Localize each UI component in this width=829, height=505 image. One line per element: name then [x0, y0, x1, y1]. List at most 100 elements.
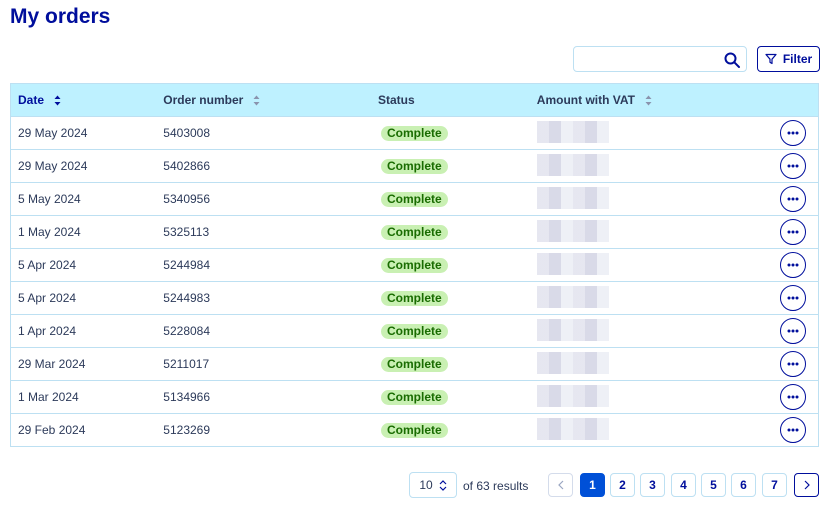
column-header-order-number[interactable]: Order number [163, 84, 378, 117]
sort-icon[interactable] [54, 95, 61, 106]
status-badge: Complete [380, 224, 448, 240]
more-icon [787, 428, 799, 432]
page-button-4[interactable]: 4 [671, 473, 696, 497]
amount-redacted [536, 219, 609, 242]
table-row: 5 May 2024 5340956 Complete [10, 182, 819, 216]
amount-redacted [536, 318, 609, 341]
order-number: 5402866 [163, 159, 211, 173]
more-actions-button[interactable] [780, 384, 807, 410]
status-badge: Complete [380, 323, 448, 339]
more-actions-button[interactable] [780, 219, 807, 245]
amount-redacted [536, 252, 609, 275]
orders-table: Date Order number Status Amount with VAT… [10, 83, 819, 447]
order-date: 5 Apr 2024 [18, 258, 77, 272]
more-icon [787, 263, 799, 267]
more-icon [787, 296, 799, 300]
chevron-left-icon [557, 480, 563, 490]
amount-redacted [536, 120, 609, 143]
status-badge: Complete [380, 125, 448, 141]
page-size-value: 10 [419, 478, 433, 492]
table-row: 1 May 2024 5325113 Complete [10, 215, 819, 249]
table-row: 5 Apr 2024 5244983 Complete [10, 281, 819, 315]
more-icon [787, 197, 799, 201]
order-date: 29 May 2024 [18, 126, 88, 140]
page-button-5[interactable]: 5 [701, 473, 726, 497]
order-number: 5211017 [163, 357, 210, 371]
page-button-1[interactable]: 1 [580, 473, 605, 497]
more-actions-button[interactable] [780, 252, 807, 278]
order-number: 5325113 [163, 225, 210, 239]
page-button-3[interactable]: 3 [640, 473, 665, 497]
more-icon [787, 329, 799, 333]
status-badge: Complete [380, 257, 448, 273]
search-box[interactable] [573, 46, 747, 72]
table-row: 29 May 2024 5403008 Complete [10, 116, 819, 150]
status-badge: Complete [380, 158, 448, 174]
order-date: 29 Feb 2024 [18, 423, 86, 437]
amount-redacted [536, 384, 609, 407]
order-number: 5340956 [163, 192, 211, 206]
order-number: 5244983 [163, 291, 211, 305]
more-icon [787, 395, 799, 399]
status-badge: Complete [380, 422, 448, 438]
column-header-amount-label: Amount with VAT [536, 93, 635, 107]
amount-redacted [536, 285, 609, 308]
status-badge: Complete [380, 389, 448, 405]
column-header-actions [762, 84, 818, 117]
column-header-order-number-label: Order number [163, 93, 244, 107]
amount-redacted [536, 153, 609, 176]
amount-redacted [536, 186, 609, 209]
filter-button[interactable]: Filter [757, 46, 820, 72]
page-button-7[interactable]: 7 [762, 473, 787, 497]
order-date: 1 Mar 2024 [18, 390, 79, 404]
table-row: 1 Apr 2024 5228084 Complete [10, 314, 819, 348]
table-row: 29 Feb 2024 5123269 Complete [10, 413, 819, 447]
order-number: 5123269 [163, 423, 211, 437]
amount-redacted [536, 351, 609, 374]
table-row: 29 May 2024 5402866 Complete [10, 149, 819, 183]
table-row: 5 Apr 2024 5244984 Complete [10, 248, 819, 282]
sort-icon[interactable] [253, 95, 260, 106]
search-input[interactable] [574, 47, 714, 71]
order-date: 1 Apr 2024 [18, 324, 77, 338]
more-icon [787, 230, 799, 234]
chevron-right-icon [804, 480, 810, 490]
more-actions-button[interactable] [780, 186, 807, 212]
order-number: 5244984 [163, 258, 211, 272]
page-button-6[interactable]: 6 [731, 473, 756, 497]
column-header-amount[interactable]: Amount with VAT [537, 84, 763, 117]
order-date: 29 Mar 2024 [18, 357, 86, 371]
next-page-button[interactable] [794, 473, 819, 497]
status-badge: Complete [380, 356, 448, 372]
status-badge: Complete [380, 290, 448, 306]
order-date: 5 Apr 2024 [18, 291, 77, 305]
page-button-2[interactable]: 2 [610, 473, 635, 497]
updown-chevron-icon [439, 479, 447, 491]
more-actions-button[interactable] [780, 417, 807, 443]
order-number: 5403008 [163, 126, 211, 140]
status-badge: Complete [380, 191, 448, 207]
amount-redacted [536, 417, 609, 440]
table-header-row: Date Order number Status Amount with VAT [10, 83, 819, 117]
table-row: 29 Mar 2024 5211017 Complete [10, 347, 819, 381]
filter-button-label: Filter [782, 52, 813, 66]
column-header-date-label: Date [18, 93, 45, 107]
sort-icon[interactable] [645, 95, 652, 106]
column-header-status-label: Status [377, 93, 415, 107]
more-actions-button[interactable] [780, 120, 807, 146]
table-row: 1 Mar 2024 5134966 Complete [10, 380, 819, 414]
previous-page-button[interactable] [548, 473, 573, 497]
search-icon[interactable] [723, 51, 741, 69]
more-icon [787, 131, 799, 135]
filter-icon [765, 53, 777, 65]
column-header-date[interactable]: Date [11, 84, 164, 117]
more-icon [787, 164, 799, 168]
page-size-select[interactable]: 10 [409, 472, 457, 498]
more-actions-button[interactable] [780, 351, 807, 377]
results-count: of 63 results [463, 479, 529, 493]
order-date: 1 May 2024 [18, 225, 81, 239]
order-number: 5134966 [163, 390, 211, 404]
more-actions-button[interactable] [780, 285, 807, 311]
more-actions-button[interactable] [780, 318, 807, 344]
more-actions-button[interactable] [780, 153, 807, 179]
